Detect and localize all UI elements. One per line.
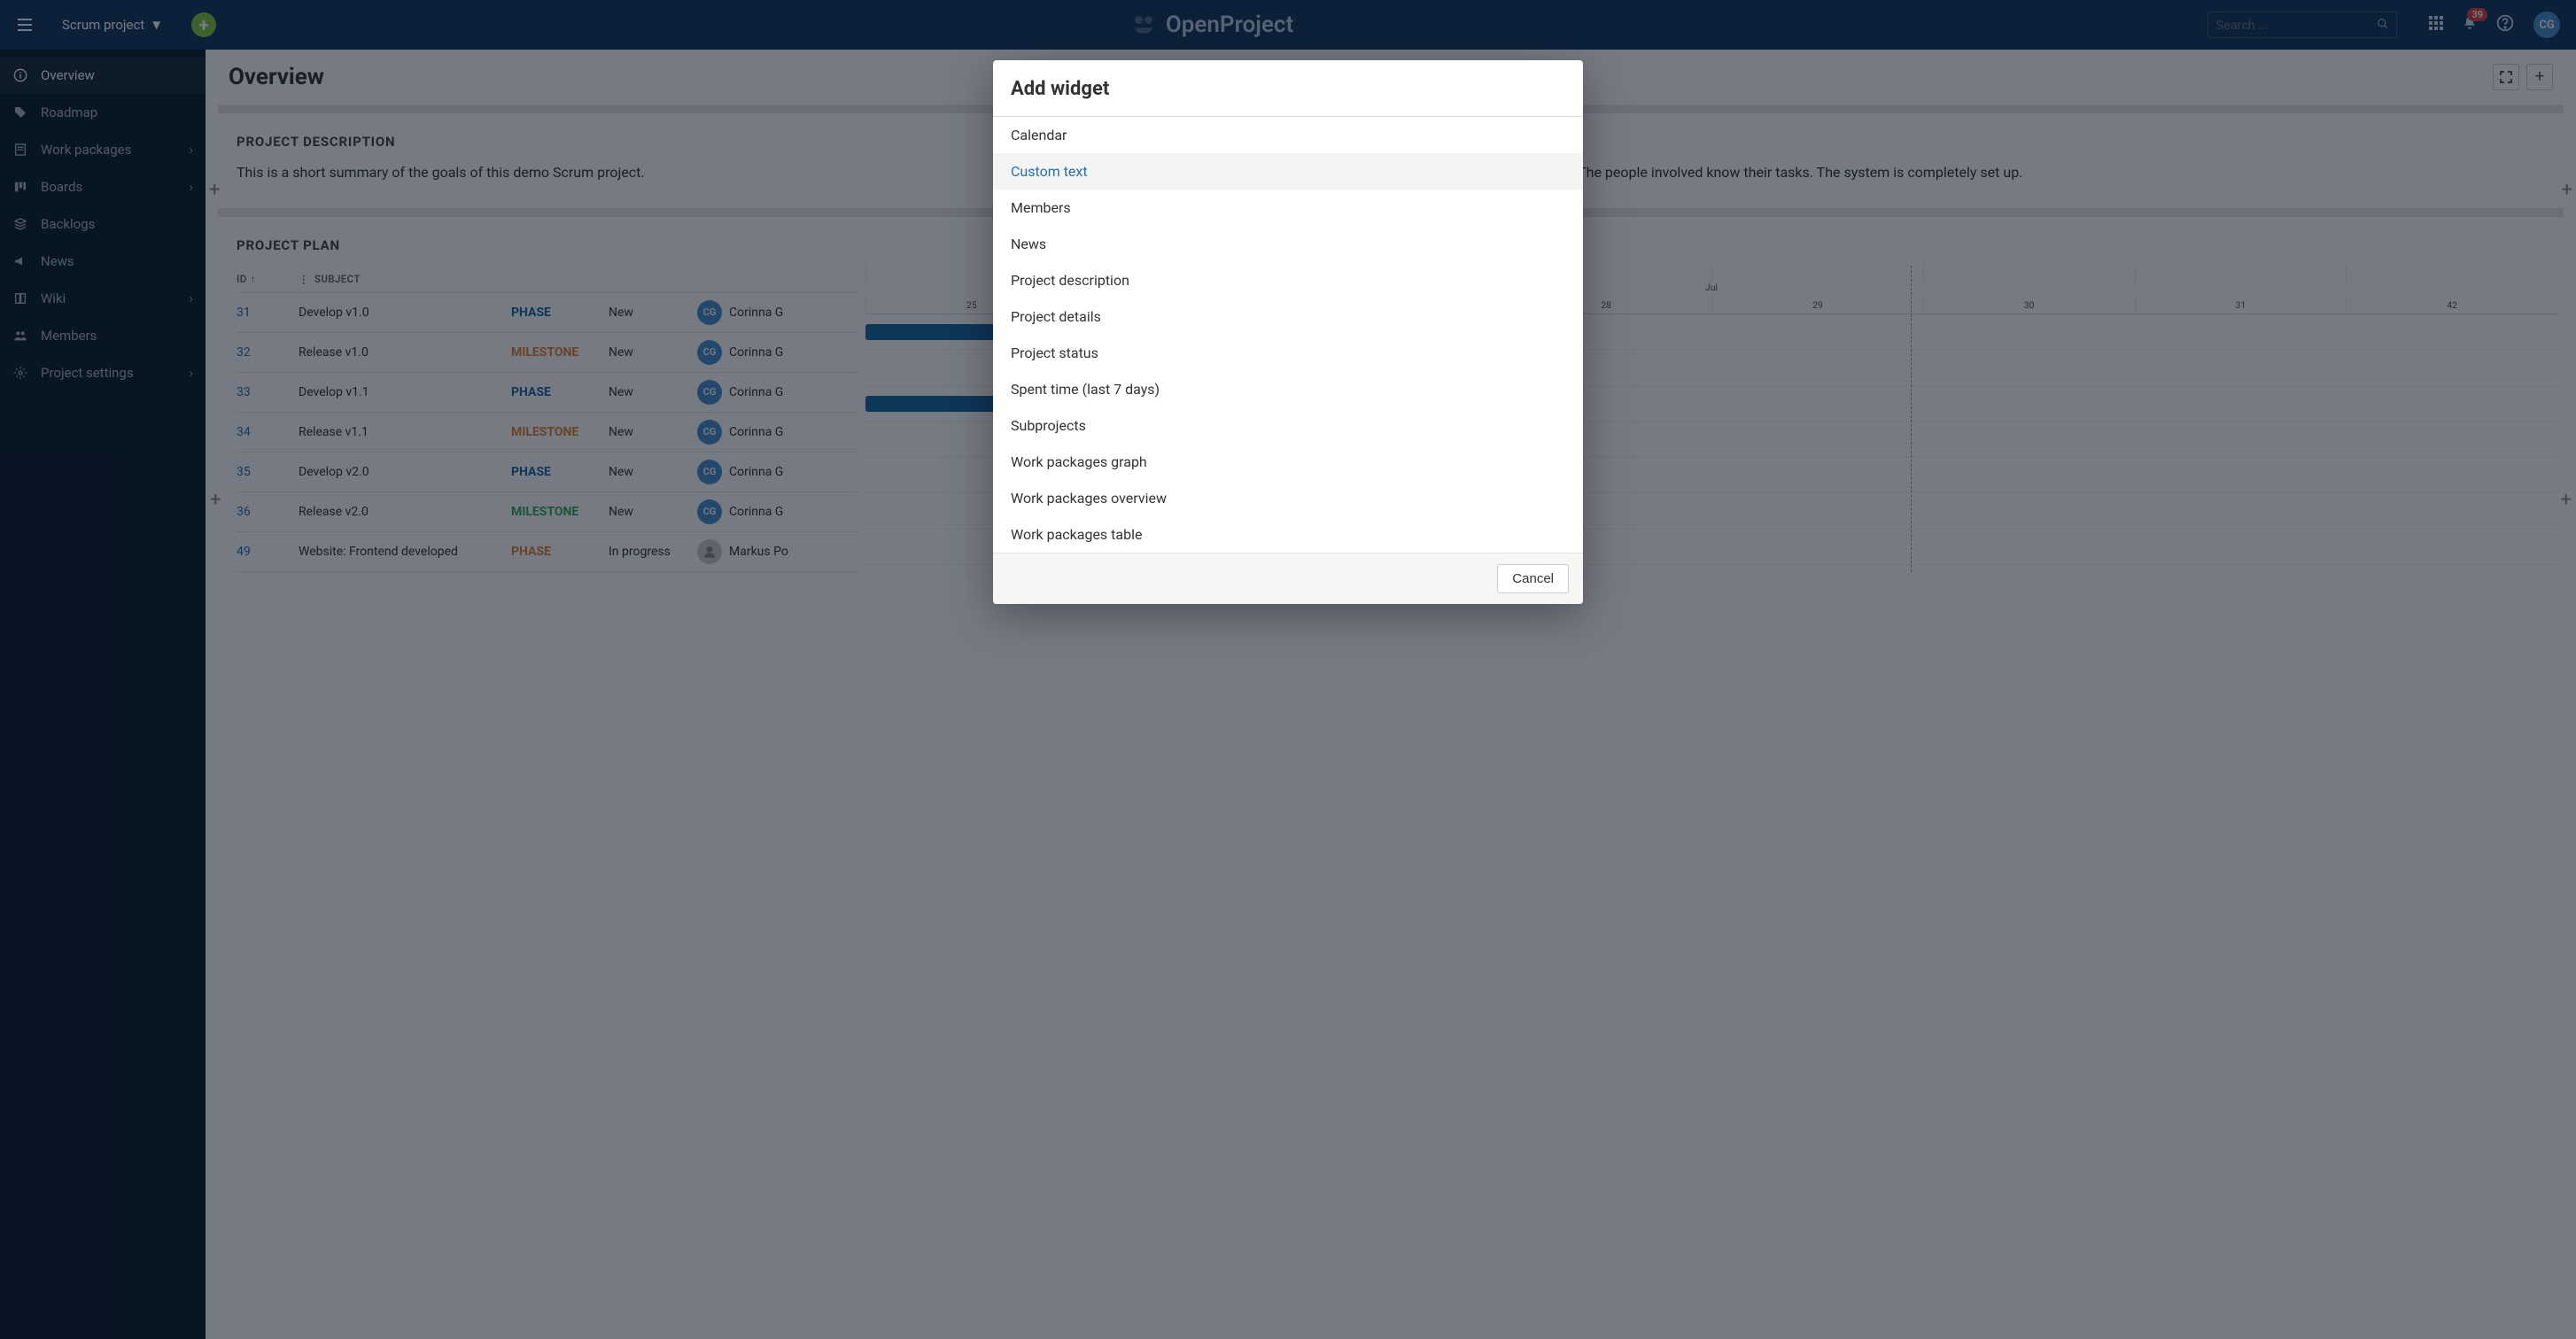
cancel-button[interactable]: Cancel [1497,564,1569,593]
widget-option[interactable]: Calendar [993,117,1583,153]
widget-option-list: CalendarCustom textMembersNewsProject de… [993,117,1583,553]
widget-option[interactable]: Work packages graph [993,444,1583,480]
add-widget-dialog: Add widget CalendarCustom textMembersNew… [993,60,1583,604]
widget-option[interactable]: Project description [993,262,1583,298]
widget-option[interactable]: Work packages table [993,516,1583,553]
dialog-title: Add widget [993,60,1583,116]
widget-option[interactable]: Project status [993,335,1583,371]
widget-option[interactable]: News [993,226,1583,262]
widget-option[interactable]: Subprojects [993,407,1583,444]
widget-option[interactable]: Members [993,190,1583,226]
widget-option[interactable]: Work packages overview [993,480,1583,516]
widget-option[interactable]: Project details [993,298,1583,335]
widget-option[interactable]: Custom text [993,153,1583,190]
widget-option[interactable]: Spent time (last 7 days) [993,371,1583,407]
